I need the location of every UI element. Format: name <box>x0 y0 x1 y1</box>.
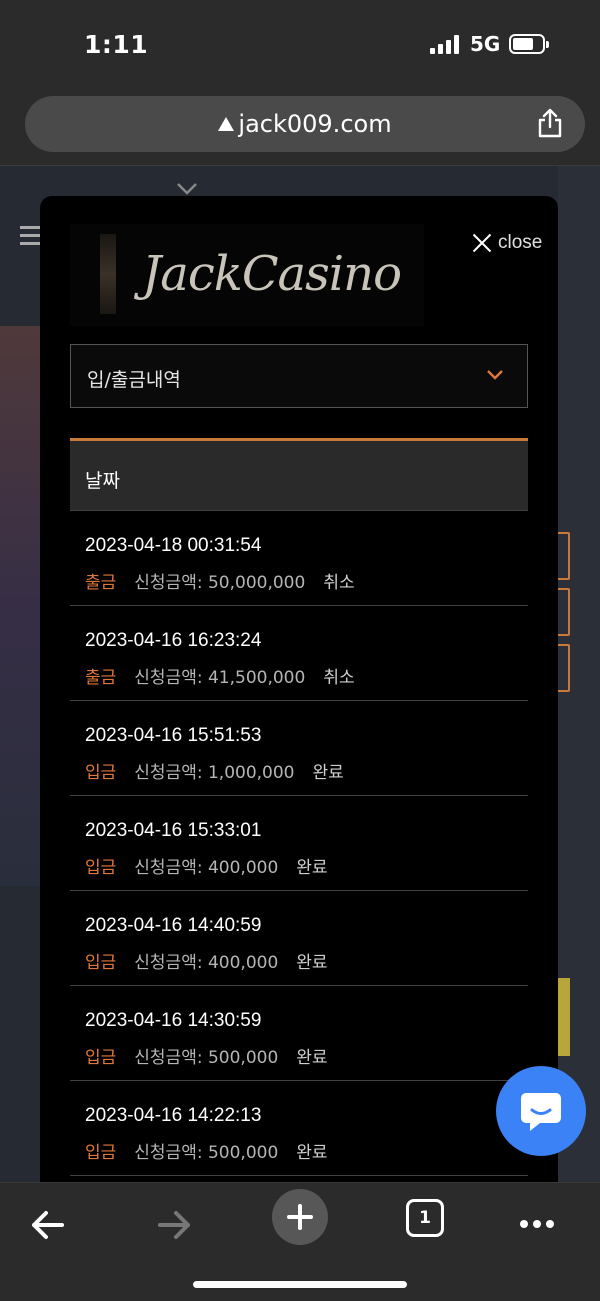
table-header: 날짜 <box>70 438 528 510</box>
share-icon[interactable] <box>537 108 563 138</box>
row-status: 완료 <box>296 858 328 878</box>
status-bar: 1:11 5G <box>0 0 600 90</box>
menu-icon <box>20 226 40 246</box>
network-type: 5G <box>470 32 501 56</box>
chevron-down-icon <box>177 183 197 195</box>
signal-icon <box>430 35 462 54</box>
row-amount: 신청금액: 50,000,000 <box>134 573 306 593</box>
home-indicator <box>193 1281 407 1288</box>
forward-arrow-icon[interactable] <box>146 1197 202 1253</box>
table-row: 2023-04-16 16:23:24 출금 신청금액: 41,500,000 취소 <box>70 605 528 700</box>
row-type: 입금 <box>85 763 117 783</box>
chat-button[interactable] <box>496 1066 586 1156</box>
chat-icon <box>521 1093 561 1131</box>
transaction-history-modal: JackCasino close 입/출금내역 날짜 2023-04-18 00… <box>40 196 558 1182</box>
row-datetime: 2023-04-16 14:22:13 <box>85 1105 262 1126</box>
row-type: 입금 <box>85 1143 117 1163</box>
logo-text: JackCasino <box>142 246 402 302</box>
battery-icon <box>509 34 549 54</box>
warning-icon <box>218 117 235 131</box>
row-type: 출금 <box>85 573 117 593</box>
more-options-icon[interactable] <box>520 1213 559 1232</box>
row-amount: 신청금액: 400,000 <box>134 953 279 973</box>
row-datetime: 2023-04-16 14:30:59 <box>85 1010 262 1031</box>
close-label: close <box>498 232 543 253</box>
row-datetime: 2023-04-16 14:40:59 <box>85 915 262 936</box>
row-datetime: 2023-04-18 00:31:54 <box>85 535 262 556</box>
row-status: 취소 <box>323 668 355 688</box>
status-time: 1:11 <box>84 30 149 59</box>
row-amount: 신청금액: 400,000 <box>134 858 279 878</box>
table-row: 2023-04-16 14:30:59 입금 신청금액: 500,000 완료 <box>70 985 528 1080</box>
transaction-table: 날짜 2023-04-18 00:31:54 출금 신청금액: 50,000,00… <box>70 438 528 1182</box>
row-amount: 신청금액: 1,000,000 <box>134 763 295 783</box>
chevron-down-icon <box>487 370 503 380</box>
table-row: 2023-04-16 14:22:13 입금 신청금액: 500,000 완료 <box>70 1080 528 1175</box>
background-banner <box>0 326 40 886</box>
back-arrow-icon[interactable] <box>20 1197 76 1253</box>
row-datetime: 2023-04-16 16:23:24 <box>85 630 262 651</box>
row-status: 완료 <box>296 1143 328 1163</box>
logo: JackCasino <box>70 224 424 326</box>
select-value: 입/출금내역 <box>87 369 181 391</box>
row-type: 출금 <box>85 668 117 688</box>
url-bar[interactable]: jack009.com <box>25 96 585 152</box>
row-amount: 신청금액: 41,500,000 <box>134 668 306 688</box>
close-icon <box>472 233 492 253</box>
row-type: 입금 <box>85 1048 117 1068</box>
table-row: 2023-04-16 14:40:59 입금 신청금액: 400,000 완료 <box>70 890 528 985</box>
browser-toolbar: 1 <box>0 1182 600 1301</box>
row-status: 완료 <box>296 1048 328 1068</box>
row-status: 완료 <box>312 763 344 783</box>
history-type-select[interactable]: 입/출금내역 <box>70 344 528 408</box>
table-row: 2023-04-18 00:31:54 출금 신청금액: 50,000,000 취소 <box>70 510 528 605</box>
row-type: 입금 <box>85 858 117 878</box>
url-text: jack009.com <box>238 110 392 138</box>
header-date: 날짜 <box>85 470 120 492</box>
table-row: 2023-04-16 15:33:01 입금 신청금액: 400,000 완료 <box>70 795 528 890</box>
browser-address-area: jack009.com <box>0 90 600 166</box>
row-amount: 신청금액: 500,000 <box>134 1143 279 1163</box>
row-amount: 신청금액: 500,000 <box>134 1048 279 1068</box>
tab-count-button[interactable]: 1 <box>406 1199 444 1237</box>
row-datetime: 2023-04-16 15:51:53 <box>85 725 262 746</box>
row-type: 입금 <box>85 953 117 973</box>
row-status: 취소 <box>323 573 355 593</box>
row-datetime: 2023-04-16 15:33:01 <box>85 820 262 841</box>
new-tab-button[interactable] <box>272 1189 328 1245</box>
table-row <box>70 1175 528 1182</box>
table-row: 2023-04-16 15:51:53 입금 신청금액: 1,000,000 완료 <box>70 700 528 795</box>
row-status: 완료 <box>296 953 328 973</box>
close-button[interactable]: close <box>472 230 542 256</box>
